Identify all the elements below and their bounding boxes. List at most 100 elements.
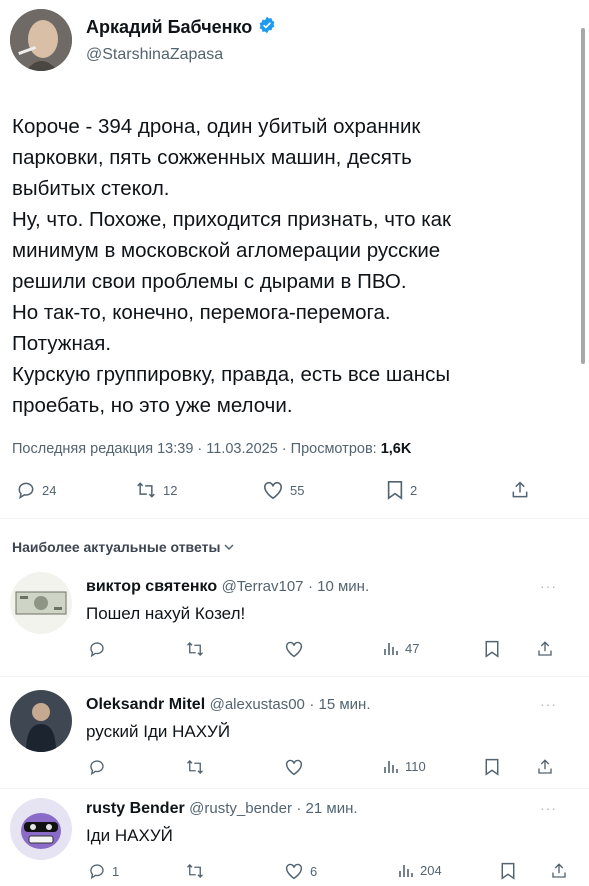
bar-chart-icon (398, 862, 414, 878)
reply-time[interactable]: · 15 мин. (309, 696, 370, 713)
retweet-button[interactable] (185, 758, 211, 776)
reply-text: Пошел нахуй Козел! (86, 604, 246, 623)
reply-avatar[interactable] (10, 572, 72, 634)
heart-icon (284, 640, 304, 658)
tweet-line: Потужная. (12, 332, 112, 355)
person-avatar-photo (10, 690, 72, 752)
reply-avatar[interactable] (10, 690, 72, 752)
tweet-line: проебать, но это уже мелочи. (12, 394, 293, 417)
tweet-line: решили свои проблемы с дырами в ПВО. (12, 270, 407, 293)
like-count: 55 (290, 482, 305, 498)
reply-icon (16, 480, 36, 500)
retweet-icon (185, 862, 205, 880)
reply-author-handle[interactable]: @Terrav107 (222, 578, 304, 595)
share-button[interactable] (510, 480, 530, 500)
share-icon (536, 758, 554, 776)
reply-count: 1 (112, 863, 120, 879)
robot-avatar-image (10, 798, 72, 860)
bookmark-icon (500, 862, 516, 880)
author-avatar-photo (10, 9, 72, 71)
reply-author-handle[interactable]: @alexustas00 (210, 696, 305, 713)
reply-author-name[interactable]: виктор святенко (86, 578, 217, 595)
bookmark-button[interactable] (500, 862, 516, 880)
retweet-icon (185, 758, 205, 776)
bar-chart-icon (383, 758, 399, 774)
bookmark-button[interactable]: 2 (386, 480, 417, 500)
verified-badge-icon (258, 16, 276, 39)
chevron-down-icon (224, 539, 234, 555)
author-handle[interactable]: @StarshinaZapasa (86, 46, 223, 64)
heart-icon (284, 758, 304, 776)
bar-chart-icon (383, 640, 399, 656)
bookmark-button[interactable] (484, 758, 500, 776)
share-icon (550, 862, 568, 880)
like-button[interactable] (284, 640, 310, 658)
reply-author-name[interactable]: Oleksandr Mitel (86, 696, 205, 713)
tweet-body: Короче - 394 дрона, один убитый охранник… (12, 111, 451, 421)
reply-text: Іди НАХУЙ (86, 826, 173, 845)
bookmark-button[interactable] (484, 640, 500, 658)
heart-icon (284, 862, 304, 880)
divider (0, 788, 589, 789)
bookmark-icon (484, 758, 500, 776)
views-button[interactable]: 110 (383, 758, 426, 774)
edited-timestamp[interactable]: Последняя редакция 13:39 · 11.03.2025 (12, 441, 278, 457)
reply-header: Oleksandr Mitel @alexustas00 · 15 мин. (86, 696, 371, 714)
tweet-line: выбитых стекол. (12, 177, 170, 200)
reply-button[interactable] (88, 758, 112, 776)
retweet-count: 12 (163, 482, 178, 498)
divider (0, 676, 589, 677)
reply-icon (88, 640, 106, 658)
tweet-line: Но так-то, конечно, перемога-перемога. (12, 301, 391, 324)
views-count: 204 (420, 862, 442, 878)
views-label: · Просмотров: (277, 441, 381, 457)
reply-text: руский Іди НАХУЙ (86, 722, 231, 741)
retweet-button[interactable]: 12 (135, 480, 177, 500)
retweet-button[interactable] (185, 640, 211, 658)
like-button[interactable]: 6 (284, 862, 317, 880)
reply-time[interactable]: · 21 мин. (296, 800, 357, 817)
bookmark-icon (484, 640, 500, 658)
tweet-meta: Последняя редакция 13:39 · 11.03.2025 · … (12, 441, 411, 457)
author-name[interactable]: Аркадий Бабченко (86, 17, 252, 38)
views-button[interactable]: 204 (398, 862, 442, 878)
share-button[interactable] (550, 862, 568, 880)
views-count: 47 (405, 640, 420, 656)
more-options-button[interactable]: ··· (540, 800, 557, 816)
reply-count: 24 (42, 482, 57, 498)
views-button[interactable]: 47 (383, 640, 419, 656)
like-button[interactable]: 55 (262, 480, 304, 500)
reply-button[interactable]: 1 (88, 862, 119, 880)
reply-time[interactable]: · 10 мин. (308, 578, 369, 595)
reply-author-handle[interactable]: @rusty_bender (189, 800, 292, 817)
like-button[interactable] (284, 758, 310, 776)
heart-icon (262, 480, 284, 500)
reply-author-name[interactable]: rusty Bender (86, 800, 185, 817)
divider (0, 518, 589, 519)
bookmark-count: 2 (410, 482, 418, 498)
more-options-button[interactable]: ··· (540, 696, 557, 712)
retweet-icon (185, 640, 205, 658)
reply-avatar[interactable] (10, 798, 72, 860)
reply-button[interactable]: 24 (16, 480, 56, 500)
retweet-button[interactable] (185, 862, 211, 880)
views-count: 110 (405, 758, 426, 774)
scrollbar[interactable] (581, 28, 585, 364)
reply-button[interactable] (88, 640, 112, 658)
reply-header: виктор святенко @Terrav107 · 10 мин. (86, 578, 369, 596)
reply-icon (88, 758, 106, 776)
retweet-icon (135, 480, 157, 500)
share-button[interactable] (536, 640, 554, 658)
share-button[interactable] (536, 758, 554, 776)
tweet-line: Ну, что. Похоже, приходится признать, чт… (12, 208, 451, 231)
bookmark-icon (386, 480, 404, 500)
tweet-line: минимум в московской агломерации русские (12, 239, 441, 262)
replies-sort-toggle[interactable]: Наиболее актуальные ответы (12, 539, 234, 555)
replies-header: Наиболее актуальные ответы (12, 539, 221, 555)
tweet-line: Курскую группировку, правда, есть все ша… (12, 363, 451, 386)
reply-header: rusty Bender @rusty_bender · 21 мин. (86, 800, 358, 818)
reply-icon (88, 862, 106, 880)
like-count: 6 (310, 863, 318, 879)
author-avatar[interactable] (10, 9, 72, 71)
more-options-button[interactable]: ··· (540, 578, 557, 594)
